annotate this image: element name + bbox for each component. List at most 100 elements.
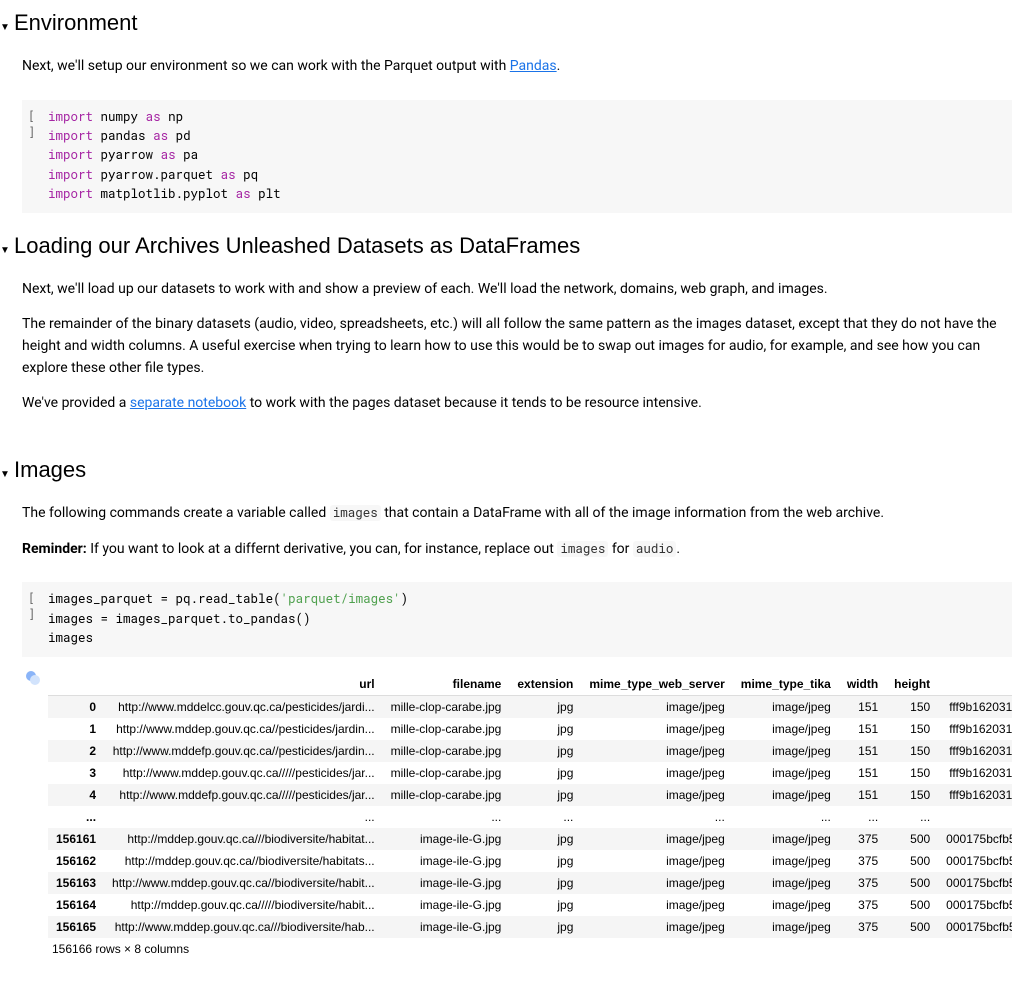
row-index: 156161 <box>48 828 104 850</box>
table-cell: jpg <box>509 872 581 894</box>
table-cell: fff9b162031400d2dc96ec30284f580e <box>938 740 1012 762</box>
row-index: 156164 <box>48 894 104 916</box>
table-header: url <box>104 673 383 696</box>
table-cell: image/jpeg <box>733 784 839 806</box>
table-cell: http://www.mddep.gouv.qc.ca///biodiversi… <box>104 916 383 938</box>
table-cell: 375 <box>839 916 886 938</box>
table-header: width <box>839 673 886 696</box>
table-cell: image/jpeg <box>581 916 732 938</box>
table-cell: image/jpeg <box>733 695 839 718</box>
table-cell: jpg <box>509 916 581 938</box>
separate-notebook-link[interactable]: separate notebook <box>130 395 246 411</box>
table-cell: image-ile-G.jpg <box>383 850 510 872</box>
table-cell: fff9b162031400d2dc96ec30284f580e <box>938 784 1012 806</box>
table-cell: mille-clop-carabe.jpg <box>383 762 510 784</box>
section-title: Loading our Archives Unleashed Datasets … <box>14 233 580 259</box>
table-cell: mille-clop-carabe.jpg <box>383 718 510 740</box>
row-index: ... <box>48 806 104 828</box>
table-cell: 151 <box>839 740 886 762</box>
table-cell: image/jpeg <box>733 762 839 784</box>
table-cell: 375 <box>839 872 886 894</box>
chevron-down-icon[interactable]: ▼ <box>0 245 14 256</box>
paragraph: The following commands create a variable… <box>22 503 1004 525</box>
row-index: 156162 <box>48 850 104 872</box>
table-cell: image/jpeg <box>581 718 732 740</box>
table-cell: jpg <box>509 828 581 850</box>
table-row: 3http://www.mddep.gouv.qc.ca/////pestici… <box>48 762 1012 784</box>
table-row: 2http://www.mddefp.gouv.qc.ca//pesticide… <box>48 740 1012 762</box>
table-cell: image/jpeg <box>733 894 839 916</box>
table-cell: 150 <box>886 784 938 806</box>
table-cell: ... <box>886 806 938 828</box>
table-cell: ... <box>581 806 732 828</box>
table-cell: 375 <box>839 894 886 916</box>
paragraph: Reminder: If you want to look at a diffe… <box>22 539 1004 561</box>
table-row: 1http://www.mddep.gouv.qc.ca//pesticides… <box>48 718 1012 740</box>
table-header: height <box>886 673 938 696</box>
table-row: 0http://www.mddelcc.gouv.qc.ca/pesticide… <box>48 695 1012 718</box>
table-cell: http://www.mddelcc.gouv.qc.ca/pesticides… <box>104 695 383 718</box>
table-cell: 151 <box>839 718 886 740</box>
table-cell: image/jpeg <box>733 718 839 740</box>
row-index: 2 <box>48 740 104 762</box>
table-cell: 000175bcfb5be374c5f8da05bfe49dc8 <box>938 916 1012 938</box>
section-environment: ▼ Environment Next, we'll setup our envi… <box>0 10 1012 213</box>
section-title: Environment <box>14 10 138 36</box>
table-cell: image/jpeg <box>733 828 839 850</box>
table-cell: 151 <box>839 784 886 806</box>
table-cell: 150 <box>886 740 938 762</box>
dataframe-shape: 156166 rows × 8 columns <box>48 942 1012 956</box>
table-cell: 150 <box>886 762 938 784</box>
chevron-down-icon[interactable]: ▼ <box>0 469 14 480</box>
section-loading: ▼ Loading our Archives Unleashed Dataset… <box>0 233 1012 437</box>
table-row: 156164http://mddep.gouv.qc.ca/////biodiv… <box>48 894 1012 916</box>
cell-prompt: [ ] <box>22 590 48 648</box>
table-header: mime_type_web_server <box>581 673 732 696</box>
table-header: md5 <box>938 673 1012 696</box>
table-cell: jpg <box>509 850 581 872</box>
table-cell: image/jpeg <box>581 762 732 784</box>
table-cell: image/jpeg <box>733 872 839 894</box>
table-cell: jpg <box>509 762 581 784</box>
pandas-link[interactable]: Pandas <box>510 58 557 74</box>
table-cell: fff9b162031400d2dc96ec30284f580e <box>938 718 1012 740</box>
table-cell: 500 <box>886 850 938 872</box>
table-cell: 375 <box>839 828 886 850</box>
table-cell: ... <box>383 806 510 828</box>
output-toggle-icon[interactable] <box>26 671 40 685</box>
chevron-down-icon[interactable]: ▼ <box>0 22 14 33</box>
table-cell: 000175bcfb5be374c5f8da05bfe49dc8 <box>938 872 1012 894</box>
row-index: 4 <box>48 784 104 806</box>
table-cell: image/jpeg <box>581 872 732 894</box>
inline-code: images <box>330 505 381 521</box>
table-cell: 150 <box>886 718 938 740</box>
table-cell: 000175bcfb5be374c5f8da05bfe49dc8 <box>938 850 1012 872</box>
table-cell: http://mddep.gouv.qc.ca//biodiversite/ha… <box>104 850 383 872</box>
table-cell: jpg <box>509 740 581 762</box>
table-cell: mille-clop-carabe.jpg <box>383 695 510 718</box>
table-row: 156163http://www.mddep.gouv.qc.ca//biodi… <box>48 872 1012 894</box>
dataframe-table-wrap: urlfilenameextensionmime_type_web_server… <box>48 667 1012 956</box>
table-cell: http://mddep.gouv.qc.ca///biodiversite/h… <box>104 828 383 850</box>
section-images: ▼ Images The following commands create a… <box>0 457 1012 956</box>
row-index: 1 <box>48 718 104 740</box>
table-cell: 000175bcfb5be374c5f8da05bfe49dc8 <box>938 894 1012 916</box>
table-cell: 500 <box>886 828 938 850</box>
table-cell: 500 <box>886 894 938 916</box>
row-index: 156163 <box>48 872 104 894</box>
table-cell: ... <box>104 806 383 828</box>
output-gutter <box>22 667 48 956</box>
inline-code: images <box>557 541 608 557</box>
code-cell-images[interactable]: [ ] images_parquet = pq.read_table('parq… <box>22 582 1012 656</box>
table-cell: mille-clop-carabe.jpg <box>383 740 510 762</box>
dataframe-table: urlfilenameextensionmime_type_web_server… <box>48 673 1012 938</box>
cell-editor[interactable]: images_parquet = pq.read_table('parquet/… <box>48 590 1002 648</box>
table-cell: ... <box>938 806 1012 828</box>
table-cell: image-ile-G.jpg <box>383 828 510 850</box>
table-row: 4http://www.mddefp.gouv.qc.ca/////pestic… <box>48 784 1012 806</box>
code-cell-imports[interactable]: [ ] import numpy as np import pandas as … <box>22 100 1012 213</box>
table-header: filename <box>383 673 510 696</box>
table-cell: jpg <box>509 894 581 916</box>
table-cell: image/jpeg <box>733 850 839 872</box>
cell-editor[interactable]: import numpy as np import pandas as pd i… <box>48 108 1002 205</box>
